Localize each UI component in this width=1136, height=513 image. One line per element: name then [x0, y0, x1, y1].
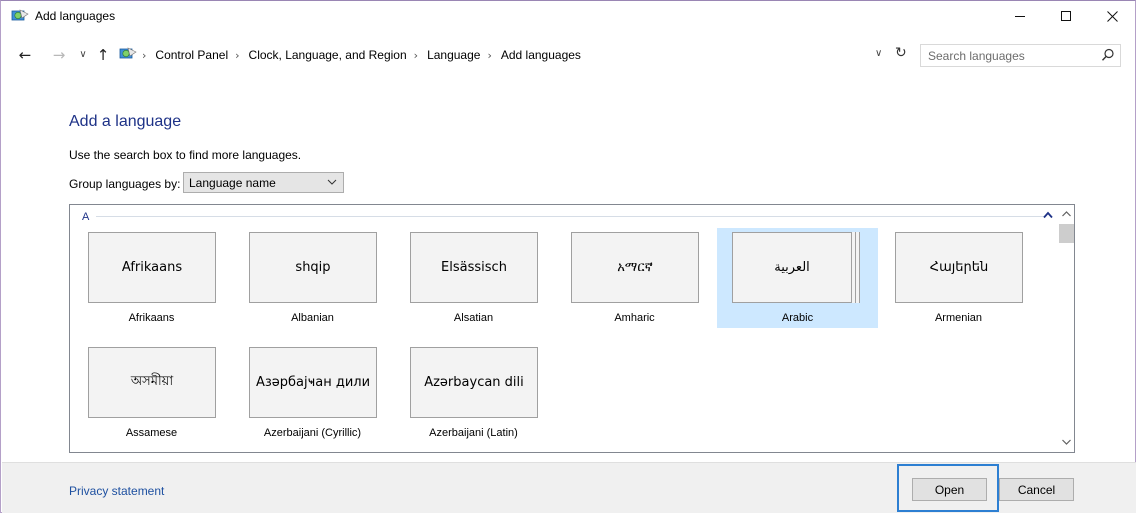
close-button[interactable]	[1089, 1, 1135, 31]
forward-arrow-icon[interactable]: →	[51, 46, 67, 64]
privacy-statement-link[interactable]: Privacy statement	[69, 484, 164, 498]
language-native-name: Азәрбајҹан дили	[255, 375, 371, 390]
refresh-icon[interactable]: ↻	[895, 45, 907, 61]
language-native-name: অসমীয়া	[130, 374, 174, 389]
control-panel-globe-icon	[119, 47, 137, 59]
vertical-scrollbar[interactable]	[1058, 205, 1075, 452]
open-button[interactable]: Open	[912, 478, 987, 501]
address-dropdown-chevron-icon[interactable]: ∨	[875, 48, 882, 59]
language-native-name: العربية	[774, 260, 810, 275]
group-divider	[96, 216, 1044, 217]
language-name: Albanian	[291, 312, 334, 324]
language-tile-albanian[interactable]: shqip Albanian	[232, 228, 393, 328]
close-icon	[1106, 10, 1118, 22]
language-tile-box: Azərbaycan dili	[410, 347, 538, 418]
scroll-up-arrow-icon[interactable]	[1058, 207, 1075, 221]
minimize-icon	[1015, 15, 1025, 17]
breadcrumb-clock-language-region[interactable]: Clock, Language, and Region	[249, 48, 407, 62]
language-list: A Afrikaans Afrikaans shqip Albanian Els…	[69, 204, 1075, 453]
search-input[interactable]	[921, 45, 1096, 66]
language-name: Afrikaans	[128, 312, 175, 324]
language-name: Azerbaijani (Cyrillic)	[263, 427, 362, 439]
language-tile-box: অসমীয়া	[88, 347, 216, 418]
language-name: Amharic	[614, 312, 655, 324]
breadcrumb-language[interactable]: Language	[427, 48, 480, 62]
maximize-button[interactable]	[1043, 1, 1089, 31]
window-title: Add languages	[35, 9, 116, 23]
language-name: Azerbaijani (Latin)	[429, 427, 518, 439]
language-tile-alsatian[interactable]: Elsässisch Alsatian	[393, 228, 554, 328]
group-by-label: Group languages by:	[69, 177, 181, 191]
search-icon[interactable]	[1101, 48, 1115, 62]
search-box[interactable]	[920, 44, 1121, 67]
language-name: Arabic	[781, 312, 814, 324]
language-name: Armenian	[934, 312, 983, 324]
language-tile-box: Азәрбајҹан дили	[249, 347, 377, 418]
chevron-right-icon: ›	[142, 48, 147, 62]
language-tile-azerbaijani-latin[interactable]: Azərbaycan dili Azerbaijani (Latin)	[393, 343, 554, 443]
language-tile-assamese[interactable]: অসমীয়া Assamese	[71, 343, 232, 443]
language-name: Assamese	[125, 427, 178, 439]
language-tile-azerbaijani-cyrillic[interactable]: Азәрбајҹан дили Azerbaijani (Cyrillic)	[232, 343, 393, 443]
up-arrow-icon[interactable]: ↑	[95, 46, 111, 64]
scrollbar-thumb[interactable]	[1059, 224, 1074, 243]
language-tile-box: አማርኛ	[571, 232, 699, 303]
maximize-icon	[1061, 11, 1071, 21]
breadcrumb[interactable]: › Control Panel › Clock, Language, and R…	[117, 44, 917, 67]
title-bar: Add languages	[1, 1, 1135, 31]
chevron-right-icon[interactable]: ›	[487, 49, 491, 62]
language-native-name: Afrikaans	[121, 260, 183, 275]
chevron-right-icon[interactable]: ›	[414, 49, 418, 62]
breadcrumb-add-languages[interactable]: Add languages	[501, 48, 581, 62]
search-hint-text: Use the search box to find more language…	[69, 148, 302, 162]
control-panel-globe-icon	[11, 9, 29, 21]
address-bar: ← → ∨ ↑ › Control Panel › Clock, Languag…	[1, 32, 1135, 78]
language-tile-afrikaans[interactable]: Afrikaans Afrikaans	[71, 228, 232, 328]
scroll-down-arrow-icon[interactable]	[1058, 435, 1075, 449]
back-arrow-icon[interactable]: ←	[17, 46, 33, 64]
language-native-name: Elsässisch	[441, 260, 507, 275]
language-tile-box: Հայերեն	[895, 232, 1023, 303]
chevron-right-icon[interactable]: ›	[235, 49, 239, 62]
language-tile-box: Afrikaans	[88, 232, 216, 303]
language-tile-arabic[interactable]: العربية Arabic	[717, 228, 878, 328]
dialog-footer: Privacy statement Open Cancel	[2, 462, 1136, 513]
group-by-value: Language name	[189, 176, 276, 190]
language-tile-amharic[interactable]: አማርኛ Amharic	[554, 228, 715, 328]
page-title: Add a language	[69, 113, 182, 130]
language-tile-armenian[interactable]: Հայերեն Armenian	[878, 228, 1039, 328]
language-native-name: Հայերեն	[929, 260, 989, 275]
language-native-name: shqip	[295, 260, 331, 275]
add-languages-window: Add languages ← → ∨ ↑ › Control Panel › …	[0, 0, 1136, 513]
minimize-button[interactable]	[997, 1, 1043, 31]
group-header-letter: A	[82, 211, 90, 223]
language-tile-box: shqip	[249, 232, 377, 303]
language-tile-box: العربية	[732, 232, 852, 303]
group-by-select[interactable]: Language name	[183, 172, 344, 193]
language-tile-box: Elsässisch	[410, 232, 538, 303]
chevron-down-icon	[327, 179, 337, 185]
language-native-name: አማርኛ	[617, 260, 653, 275]
language-native-name: Azərbaycan dili	[424, 375, 524, 390]
collapse-group-chevron-icon[interactable]	[1043, 211, 1053, 219]
recent-locations-chevron-icon[interactable]: ∨	[75, 46, 91, 64]
cancel-button[interactable]: Cancel	[999, 478, 1074, 501]
language-name: Alsatian	[453, 312, 494, 324]
breadcrumb-path: › Control Panel › Clock, Language, and R…	[142, 48, 581, 62]
breadcrumb-control-panel[interactable]: Control Panel	[155, 48, 228, 62]
